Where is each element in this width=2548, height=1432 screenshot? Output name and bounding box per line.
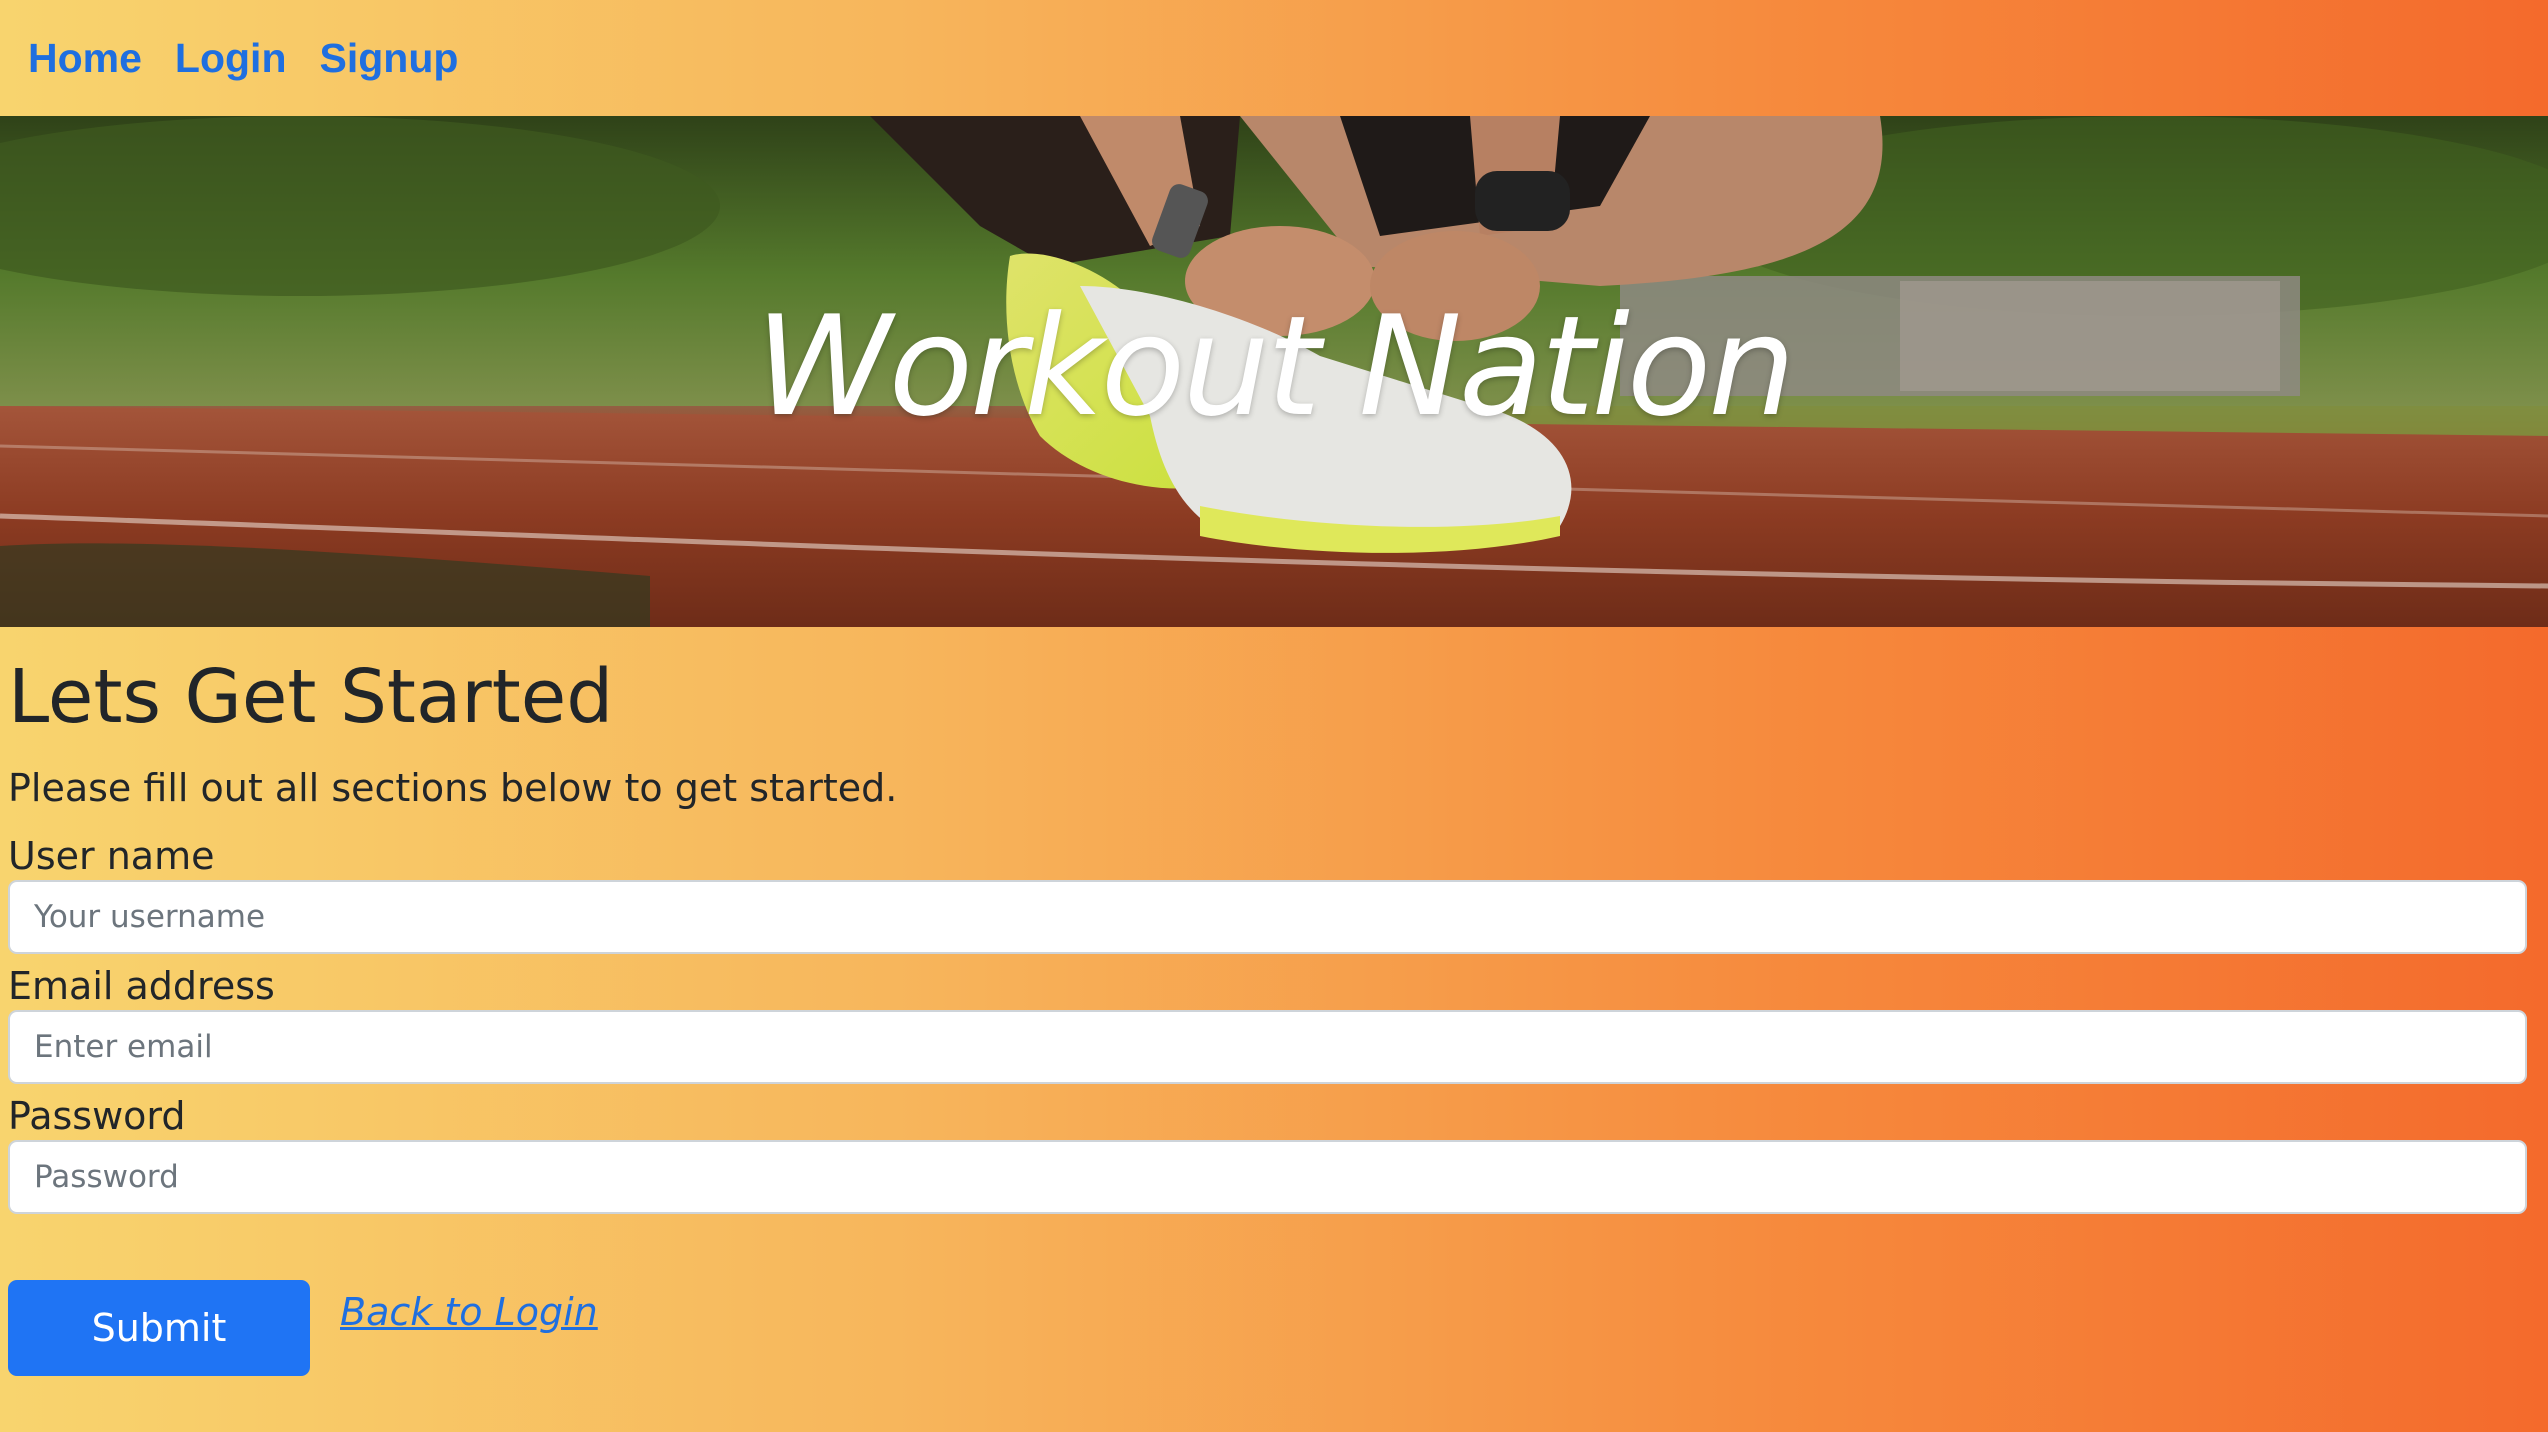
signup-content: Lets Get Started Please fill out all sec… [8, 648, 2528, 1214]
nav-link-home[interactable]: Home [28, 35, 142, 82]
username-label: User name [8, 834, 215, 878]
submit-button[interactable]: Submit [8, 1280, 310, 1376]
password-label: Password [8, 1094, 186, 1138]
top-nav: Home Login Signup [0, 0, 2548, 116]
page-title: Lets Get Started [8, 654, 614, 740]
username-input[interactable] [8, 880, 2527, 954]
password-input[interactable] [8, 1140, 2527, 1214]
signup-form: User name Email address Password [8, 832, 2528, 1214]
email-input[interactable] [8, 1010, 2527, 1084]
nav-link-signup[interactable]: Signup [320, 35, 459, 82]
hero-banner: Workout Nation [0, 116, 2548, 627]
page-subtitle: Please fill out all sections below to ge… [8, 766, 898, 810]
form-actions: Submit Back to Login [8, 1280, 598, 1376]
hero-title: Workout Nation [755, 286, 1796, 447]
email-label: Email address [8, 964, 275, 1008]
nav-link-login[interactable]: Login [175, 35, 287, 82]
back-to-login-link[interactable]: Back to Login [340, 1290, 598, 1334]
